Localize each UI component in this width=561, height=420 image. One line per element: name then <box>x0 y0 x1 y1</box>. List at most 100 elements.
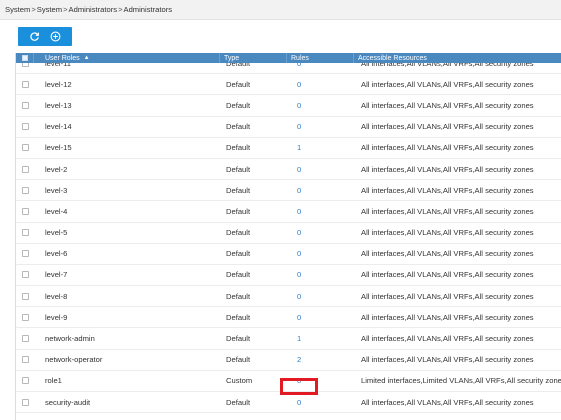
accessible-resources: All interfaces,All VLANs,All VRFs,All se… <box>361 249 534 259</box>
accessible-resources: All interfaces,All VLANs,All VRFs,All se… <box>361 185 534 195</box>
row-checkbox[interactable] <box>21 144 29 152</box>
rules-cell: 0 <box>287 244 354 264</box>
table-row[interactable]: network-admin Default 1 All interfaces,All … <box>16 328 561 350</box>
accessible-resources: All interfaces,All VLANs,All VRFs,All se… <box>361 397 534 407</box>
rules-count-link[interactable]: 1 <box>297 334 301 343</box>
breadcrumb-item-system[interactable]: System <box>5 5 30 14</box>
table-row[interactable]: level-6 Default 0 All interfaces,All VLANs,… <box>16 244 561 265</box>
row-checkbox[interactable] <box>21 123 29 131</box>
rules-cell: 0 <box>287 180 354 200</box>
role-name: level-7 <box>45 270 68 280</box>
row-checkbox[interactable] <box>21 229 29 237</box>
table-row[interactable]: level-5 Default 0 All interfaces,All VLANs,… <box>16 223 561 244</box>
type-cell: Custom <box>220 371 287 391</box>
row-select-cell <box>16 392 34 412</box>
breadcrumb-item-administrators[interactable]: Administrators <box>69 5 118 14</box>
table-row[interactable]: role1 Custom 0 Limited interfaces,Limited V… <box>16 371 561 392</box>
rules-count-link[interactable]: 0 <box>297 228 301 237</box>
row-checkbox[interactable] <box>21 335 29 343</box>
resources-cell: All interfaces,All VLANs,All VRFs,All se… <box>354 201 561 221</box>
row-checkbox[interactable] <box>21 186 29 194</box>
row-checkbox[interactable] <box>21 313 29 321</box>
rules-cell: 0 <box>287 223 354 243</box>
header-user-roles-label: User Roles <box>45 54 80 62</box>
type-cell: Default <box>220 223 287 243</box>
breadcrumb: System > System > Administrators > Administrat… <box>0 0 561 20</box>
row-select-cell <box>16 95 34 115</box>
toolbar <box>18 27 72 46</box>
row-checkbox[interactable] <box>21 356 29 364</box>
header-select-all[interactable] <box>16 53 34 63</box>
rules-count-link[interactable]: 0 <box>297 122 301 131</box>
table-row[interactable]: level-4 Default 0 All interfaces,All VLANs,… <box>16 201 561 223</box>
role-name: level-9 <box>45 312 68 322</box>
row-checkbox[interactable] <box>21 292 29 300</box>
table-row[interactable]: level-12 Default 0 All interfaces,All VLANs… <box>16 74 561 96</box>
role-name: level-6 <box>45 249 68 259</box>
accessible-resources: All interfaces,All VLANs,All VRFs,All se… <box>361 100 534 110</box>
header-accessible-resources[interactable]: Accessible Resources <box>354 53 561 63</box>
rules-count-link[interactable]: 2 <box>297 355 301 364</box>
header-type[interactable]: Type <box>220 53 287 63</box>
role-type: Default <box>226 79 251 89</box>
table-body: level-11 Default 0 All interfaces,All VLANs… <box>16 53 561 414</box>
rules-count-link[interactable]: 0 <box>297 376 301 385</box>
table-row[interactable]: security-audit Default 0 All interfaces,All… <box>16 392 561 414</box>
accessible-resources: All interfaces,All VLANs,All VRFs,All se… <box>361 122 534 132</box>
rules-count-link[interactable]: 0 <box>297 313 301 322</box>
row-select-cell <box>16 307 34 327</box>
table-row[interactable]: level-8 Default 0 All interfaces,All VLANs,… <box>16 286 561 308</box>
role-name: security-audit <box>45 397 91 407</box>
breadcrumb-item-system-2[interactable]: System <box>37 5 62 14</box>
accessible-resources: All interfaces,All VLANs,All VRFs,All se… <box>361 291 534 301</box>
breadcrumb-item-administrators-current: Administrators <box>123 5 173 14</box>
rules-count-link[interactable]: 0 <box>297 207 301 216</box>
table-row[interactable]: level-14 Default 0 All interfaces,All VLANs… <box>16 117 561 138</box>
table-row[interactable]: level-15 Default 1 All interfaces,All VLANs… <box>16 138 561 159</box>
table-row[interactable]: level-7 Default 0 All interfaces,All VLANs,… <box>16 265 561 287</box>
table-row[interactable]: level-2 Default 0 All interfaces,All VLANs,… <box>16 159 561 181</box>
add-button[interactable] <box>49 30 63 44</box>
rules-cell: 2 <box>287 350 354 370</box>
row-checkbox[interactable] <box>21 207 29 215</box>
row-checkbox[interactable] <box>21 80 29 88</box>
row-select-cell <box>16 201 34 221</box>
rules-count-link[interactable]: 0 <box>297 165 301 174</box>
rules-count-link[interactable]: 1 <box>297 143 301 152</box>
header-rules[interactable]: Rules <box>287 53 354 63</box>
row-select-cell <box>16 223 34 243</box>
table-row[interactable]: level-9 Default 0 All interfaces,All VLANs,… <box>16 307 561 329</box>
rules-count-link[interactable]: 0 <box>297 292 301 301</box>
accessible-resources: All interfaces,All VLANs,All VRFs,All se… <box>361 270 534 280</box>
select-all-checkbox[interactable] <box>21 55 28 61</box>
rules-count-link[interactable]: 0 <box>297 101 301 110</box>
rules-count-link[interactable]: 0 <box>297 270 301 279</box>
row-checkbox[interactable] <box>21 271 29 279</box>
rules-count-link[interactable]: 0 <box>297 398 301 407</box>
rules-count-link[interactable]: 0 <box>297 80 301 89</box>
row-checkbox[interactable] <box>21 250 29 258</box>
role-type: Default <box>226 355 251 365</box>
type-cell: Default <box>220 117 287 137</box>
table-row[interactable]: level-3 Default 0 All interfaces,All VLANs,… <box>16 180 561 202</box>
row-select-cell <box>16 286 34 306</box>
role-name: level-12 <box>45 79 72 89</box>
resources-cell: All interfaces,All VLANs,All VRFs,All se… <box>354 286 561 306</box>
role-name: level-15 <box>45 143 72 153</box>
role-type: Default <box>226 185 251 195</box>
row-checkbox[interactable] <box>21 377 29 385</box>
table-row[interactable]: level-13 Default 0 All interfaces,All VLANs… <box>16 95 561 117</box>
row-checkbox[interactable] <box>21 101 29 109</box>
refresh-button[interactable] <box>28 30 42 44</box>
rules-count-link[interactable]: 0 <box>297 249 301 258</box>
header-user-roles[interactable]: User Roles ▲ <box>34 53 220 63</box>
row-checkbox[interactable] <box>21 165 29 173</box>
role-name-cell: level-15 <box>34 138 220 158</box>
row-checkbox[interactable] <box>21 398 29 406</box>
type-cell: Default <box>220 180 287 200</box>
header-resources-label: Accessible Resources <box>358 54 427 62</box>
rules-count-link[interactable]: 0 <box>297 186 301 195</box>
row-select-cell <box>16 117 34 137</box>
table-row[interactable]: network-operator Default 2 All interfaces,A… <box>16 350 561 371</box>
resources-cell: All interfaces,All VLANs,All VRFs,All se… <box>354 392 561 412</box>
